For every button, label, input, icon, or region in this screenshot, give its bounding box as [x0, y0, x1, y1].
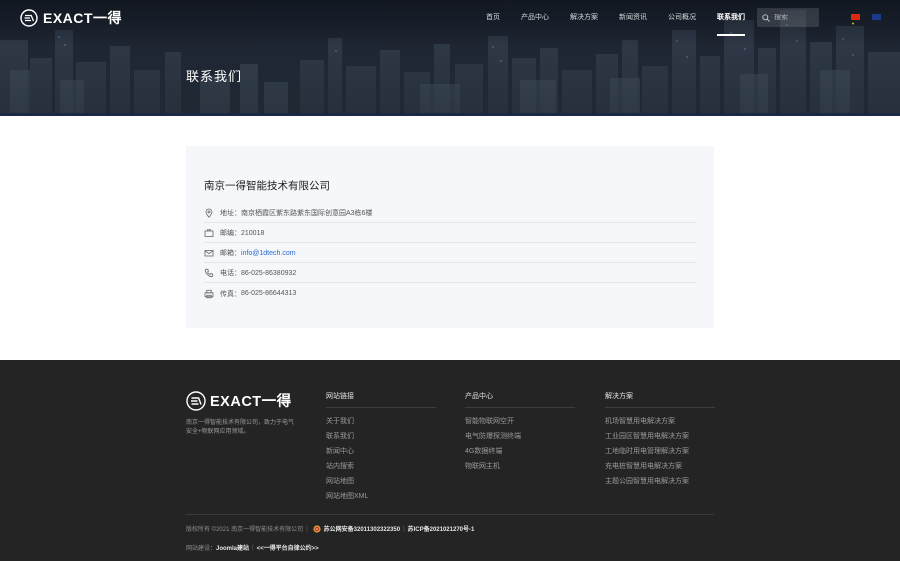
- footer-logo[interactable]: EXACT一得: [186, 390, 292, 411]
- footer-col-title: 网站链接: [326, 391, 436, 408]
- separator: |: [403, 525, 405, 532]
- footer-col-title: 解决方案: [605, 391, 715, 408]
- site-footer: EXACT一得 南京一得智能技术有限公司，致力于电气安全+物联网应用领域。 网站…: [0, 360, 900, 561]
- company-description: 南京一得智能技术有限公司，致力于电气安全+物联网应用领域。: [186, 420, 295, 435]
- page-title: 联系我们: [186, 69, 243, 84]
- fax-icon: [204, 289, 214, 298]
- search-input[interactable]: [774, 14, 814, 21]
- address-label: 地址：: [220, 210, 241, 217]
- postcode-label: 邮编：: [220, 230, 241, 237]
- phone-value: 86-025-86380932: [241, 269, 297, 277]
- footer-divider: [186, 514, 714, 515]
- police-record-link[interactable]: 苏公网安备32011302322350: [324, 524, 400, 533]
- build-label: 网站建设：: [186, 546, 217, 552]
- footer-link-about[interactable]: 关于我们: [326, 414, 436, 429]
- email-label: 邮箱：: [220, 250, 241, 257]
- footer-link-product[interactable]: 物联网主机: [465, 459, 575, 474]
- footer-link-news[interactable]: 新闻中心: [326, 444, 436, 459]
- postcode-row: 邮编： 210018: [204, 224, 696, 243]
- joomla-link[interactable]: Joomla建站: [216, 543, 249, 552]
- footer-link-sitemap[interactable]: 网站地图: [326, 474, 436, 489]
- email-link[interactable]: info@1dtech.com: [241, 250, 296, 257]
- main-nav: 首页 产品中心 解决方案 新闻资讯 公司概况 联系我们: [486, 0, 766, 36]
- header-logo[interactable]: EXACT一得: [20, 9, 122, 27]
- hero-bottom-line: [0, 113, 900, 116]
- search-box[interactable]: [757, 8, 819, 27]
- nav-company[interactable]: 公司概况: [668, 0, 696, 36]
- footer-link-sitemap-xml[interactable]: 网站地图XML: [326, 489, 436, 504]
- nav-contact[interactable]: 联系我们: [717, 0, 745, 36]
- footer-col-site-links: 网站链接 关于我们 联系我们 新闻中心 站内搜索 网站地图 网站地图XML: [326, 391, 436, 504]
- footer-link-product[interactable]: 电气防爆探测终端: [465, 429, 575, 444]
- email-row: 邮箱： info@1dtech.com: [204, 244, 696, 263]
- address-value: 南京栖霞区紫东路紫东国际创意园A3栋6楼: [241, 210, 373, 217]
- mail-icon: [204, 250, 214, 257]
- footer-link-solution[interactable]: 工地临时用电管理解决方案: [605, 444, 715, 459]
- phone-label: 电话：: [220, 270, 241, 277]
- fax-label: 传真：: [220, 290, 241, 298]
- fax-value: 86-025-86644313: [241, 290, 297, 297]
- footer-col-products: 产品中心 智能物联网空开 电气防爆探测终端 4G数据终端 物联网主机: [465, 391, 575, 474]
- separator: |: [252, 544, 254, 551]
- police-badge-icon: [313, 524, 321, 533]
- footer-link-solution[interactable]: 工业园区智慧用电解决方案: [605, 429, 715, 444]
- footer-link-product[interactable]: 4G数据终端: [465, 444, 575, 459]
- exact-logo-icon: [186, 390, 206, 411]
- postcode-icon: [204, 229, 214, 237]
- copyright-text: 版权所有 ©2021 南京一得智能技术有限公司: [186, 527, 304, 533]
- address-row: 地址： 南京栖霞区紫东路紫东国际创意园A3栋6楼: [204, 204, 696, 223]
- footer-col-solutions: 解决方案 机场智慧用电解决方案 工业园区智慧用电解决方案 工地临时用电管理解决方…: [605, 391, 715, 489]
- nav-home[interactable]: 首页: [486, 0, 500, 36]
- english-flag-icon[interactable]: [872, 14, 881, 20]
- footer-link-product[interactable]: 智能物联网空开: [465, 414, 575, 429]
- logo-text: EXACT一得: [43, 10, 122, 26]
- separator: |: [306, 525, 308, 532]
- nav-news[interactable]: 新闻资讯: [619, 0, 647, 36]
- platform-convention-link[interactable]: <<一得平台自律公约>>: [257, 543, 319, 552]
- copyright-bar: 版权所有 ©2021 南京一得智能技术有限公司 | 苏公网安备320113023…: [186, 524, 474, 533]
- postcode-value: 210018: [241, 229, 265, 237]
- location-icon: [205, 208, 213, 218]
- build-credits: 网站建设： Joomla建站 | <<一得平台自律公约>>: [186, 543, 319, 553]
- company-name: 南京一得智能技术有限公司: [204, 180, 330, 192]
- nav-solutions[interactable]: 解决方案: [570, 0, 598, 36]
- phone-row: 电话： 86-025-86380932: [204, 264, 696, 283]
- hero-banner: EXACT一得 首页 产品中心 解决方案 新闻资讯 公司概况 联系我们 联系我们: [0, 0, 900, 116]
- exact-logo-icon: [20, 9, 38, 27]
- footer-link-search[interactable]: 站内搜索: [326, 459, 436, 474]
- footer-link-solution[interactable]: 充电桩智慧用电解决方案: [605, 459, 715, 474]
- footer-col-title: 产品中心: [465, 391, 575, 408]
- chinese-flag-icon[interactable]: [851, 14, 860, 25]
- fax-row: 传真： 86-025-86644313: [204, 284, 696, 303]
- icp-record-link[interactable]: 苏ICP备2021021270号-1: [408, 524, 475, 533]
- footer-link-solution[interactable]: 主题公园智慧用电解决方案: [605, 474, 715, 489]
- phone-icon: [204, 268, 214, 278]
- nav-products[interactable]: 产品中心: [521, 0, 549, 36]
- footer-logo-text: EXACT一得: [210, 394, 292, 410]
- footer-link-contact[interactable]: 联系我们: [326, 429, 436, 444]
- contact-card: 南京一得智能技术有限公司 地址： 南京栖霞区紫东路紫东国际创意园A3栋6楼 邮编…: [186, 146, 714, 328]
- footer-link-solution[interactable]: 机场智慧用电解决方案: [605, 414, 715, 429]
- search-icon: [762, 13, 770, 22]
- star-icon: [851, 22, 855, 25]
